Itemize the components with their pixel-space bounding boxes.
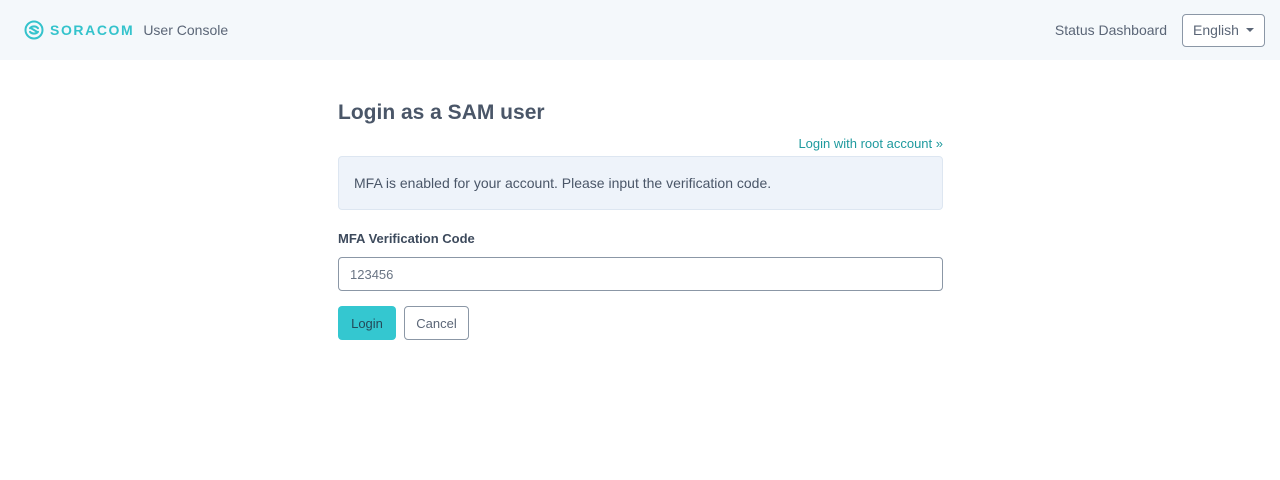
status-dashboard-link[interactable]: Status Dashboard [1055,22,1167,38]
root-link-row: Login with root account » [338,135,943,153]
top-navbar: SORACOM User Console Status Dashboard En… [0,0,1280,60]
login-form: Login as a SAM user Login with root acco… [338,96,943,340]
language-dropdown-button[interactable]: English [1182,13,1265,47]
alert-text: MFA is enabled for your account. Please … [354,175,772,191]
mfa-code-label: MFA Verification Code [338,231,475,246]
mfa-info-alert: MFA is enabled for your account. Please … [338,156,943,210]
brand-name: SORACOM [50,22,135,38]
mfa-code-input[interactable] [338,257,943,291]
soracom-logo-icon [24,20,44,40]
language-label: English [1193,22,1239,38]
cancel-button[interactable]: Cancel [404,306,469,340]
page-title: Login as a SAM user [338,101,545,124]
form-actions: Login Cancel [338,306,943,340]
brand[interactable]: SORACOM User Console [24,20,228,40]
console-label: User Console [143,22,229,38]
caret-down-icon [1245,28,1254,32]
root-account-link[interactable]: Login with root account » [798,136,943,151]
topbar-right: Status Dashboard English [1055,13,1265,47]
login-button[interactable]: Login [338,306,396,340]
